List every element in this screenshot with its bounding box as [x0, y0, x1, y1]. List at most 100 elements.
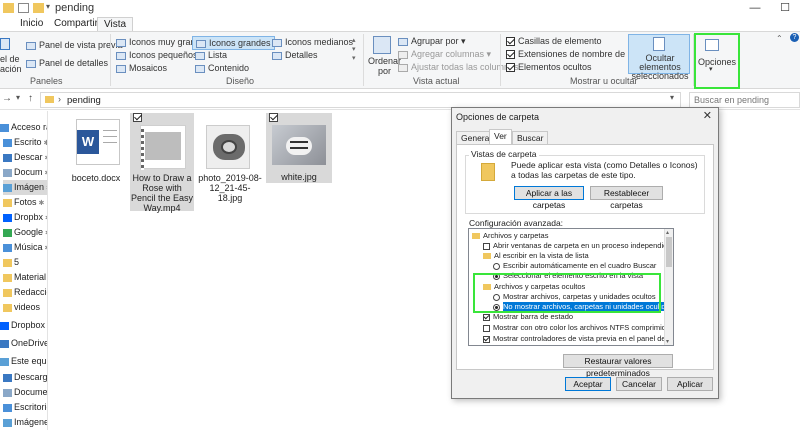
- tree-scrollbar[interactable]: ▴ ▾: [664, 229, 673, 345]
- layout-content[interactable]: Contenido: [195, 63, 249, 73]
- dialog-title: Opciones de carpeta: [456, 112, 540, 122]
- nav-dropbox[interactable]: Dropbox: [0, 318, 47, 333]
- layout-details[interactable]: Detalles: [272, 50, 318, 60]
- layout-list[interactable]: Lista: [195, 50, 227, 60]
- apply-to-folders-button[interactable]: Aplicar a las carpetas: [514, 186, 584, 210]
- cancel-button[interactable]: Cancelar: [616, 377, 662, 391]
- customize-toolbar-icon[interactable]: ▾: [46, 2, 50, 11]
- nav-escritorio[interactable]: Escrito ✱: [3, 135, 47, 150]
- forward-arrow-icon[interactable]: →: [2, 93, 12, 104]
- tree-option-preview-handlers[interactable]: Mostrar controladores de vista previa en…: [483, 334, 673, 343]
- extensions-checkbox[interactable]: [506, 50, 515, 60]
- tab-share[interactable]: Compartir: [48, 17, 104, 32]
- tree-option-separate-process[interactable]: Abrir ventanas de carpeta en un proceso …: [483, 241, 673, 250]
- hidden-items-toggle[interactable]: Elementos ocultos: [506, 62, 592, 73]
- item-checkboxes-toggle[interactable]: Casillas de elemento: [506, 36, 602, 47]
- hide-selected-button[interactable]: Ocultar elementos seleccionados: [628, 34, 690, 81]
- search-input[interactable]: Buscar en pending: [689, 92, 800, 108]
- new-folder-icon[interactable]: [33, 3, 44, 13]
- navigation-pane-button[interactable]: el de ación: [0, 54, 22, 74]
- minimize-button[interactable]: —: [740, 0, 770, 17]
- type-search-radio[interactable]: [493, 262, 500, 270]
- help-icon[interactable]: ?: [790, 33, 799, 42]
- apply-button[interactable]: Aplicar: [667, 377, 713, 391]
- ntfs-color-checkbox[interactable]: [483, 324, 490, 332]
- maximize-button[interactable]: ☐: [770, 0, 800, 17]
- reset-folders-button[interactable]: Restablecer carpetas: [590, 186, 663, 210]
- properties-icon[interactable]: [18, 3, 29, 13]
- title-bar: ▾ pending — ☐: [0, 0, 800, 17]
- medium-icons-icon: [272, 38, 282, 47]
- nav-this-pc[interactable]: Este equipo: [0, 354, 47, 369]
- tab-view[interactable]: Vista: [97, 17, 134, 32]
- file-select-checkbox[interactable]: [269, 113, 278, 122]
- tab-home[interactable]: Inicio: [14, 17, 49, 32]
- nav-fotos[interactable]: Fotos ✱: [3, 195, 47, 210]
- nav-pc-documentos[interactable]: Documen: [3, 385, 47, 400]
- nav-imagenes[interactable]: Imágen ✱: [3, 180, 47, 195]
- nav-descargas[interactable]: Descar ✱: [3, 150, 47, 165]
- view-tab-panel: Vistas de carpeta Puede aplicar esta vis…: [456, 144, 714, 378]
- sort-by-button[interactable]: Ordenar por: [368, 56, 401, 76]
- add-columns-button[interactable]: Agregar columnas ▾: [398, 49, 491, 60]
- address-dropdown-icon[interactable]: ▾: [670, 93, 674, 102]
- nav-pc-imagenes[interactable]: Imágenes: [3, 415, 47, 430]
- nav-google[interactable]: Google ✱: [3, 225, 47, 240]
- folder-icon: [45, 96, 54, 103]
- navigation-pane-icon[interactable]: [0, 38, 10, 50]
- nav-videos[interactable]: videos: [3, 300, 47, 315]
- file-item[interactable]: W boceto.docx: [68, 113, 124, 213]
- breadcrumb-pending[interactable]: pending: [67, 95, 101, 106]
- up-arrow-icon[interactable]: ↑: [28, 93, 33, 104]
- scroll-down-icon[interactable]: ▾: [666, 338, 669, 345]
- layout-medium-icons[interactable]: Iconos medianos: [272, 37, 353, 47]
- nav-material[interactable]: Material r: [3, 270, 47, 285]
- pin-icon: ✱: [44, 185, 47, 192]
- layout-large-icons[interactable]: Iconos grandes: [192, 36, 275, 50]
- status-bar-checkbox[interactable]: [483, 313, 490, 321]
- item-checkboxes-checkbox[interactable]: [506, 37, 515, 47]
- layout-tiles[interactable]: Mosaicos: [116, 63, 167, 73]
- address-box[interactable]: › pending: [40, 92, 681, 108]
- scroll-thumb[interactable]: [666, 237, 672, 267]
- separate-process-checkbox[interactable]: [483, 242, 490, 250]
- nav-pc-escritorio[interactable]: Escritorio: [3, 400, 47, 415]
- group-by-button[interactable]: Agrupar por ▾: [398, 36, 466, 47]
- file-item[interactable]: photo_2019-08-12_21-45-18.jpg: [198, 113, 262, 213]
- pin-icon: ✱: [43, 215, 47, 222]
- file-select-checkbox[interactable]: [133, 113, 142, 122]
- nav-dropbox-pinned[interactable]: Dropbx ✱: [3, 210, 47, 225]
- tree-option-ntfs-color[interactable]: Mostrar con otro color los archivos NTFS…: [483, 323, 673, 332]
- tree-option-type-search[interactable]: Escribir automáticamente en el cuadro Bu…: [493, 261, 656, 270]
- tab-search[interactable]: Buscar: [512, 131, 549, 144]
- nav-documentos[interactable]: Docum ✱: [3, 165, 47, 180]
- layout-scroll-arrows[interactable]: ▴ ▾ ▾: [352, 36, 356, 63]
- nav-folder-5[interactable]: 5: [3, 255, 47, 270]
- file-item[interactable]: white.jpg: [266, 113, 332, 183]
- ribbon-collapse-icon[interactable]: ⌃: [776, 34, 783, 43]
- nav-onedrive[interactable]: OneDrive: [0, 336, 47, 351]
- nav-redaccion[interactable]: Redacción: [3, 285, 47, 300]
- nav-musica[interactable]: Música ✱: [3, 240, 47, 255]
- preview-pane-button[interactable]: Panel de vista previa: [26, 40, 123, 50]
- file-item[interactable]: How to Draw a Rose with Pencil the Easy …: [130, 113, 194, 213]
- restore-defaults-button[interactable]: Restaurar valores predeterminados: [563, 354, 673, 378]
- ok-button[interactable]: Aceptar: [565, 377, 611, 391]
- preview-handlers-checkbox[interactable]: [483, 335, 490, 343]
- tab-view[interactable]: Ver: [489, 129, 512, 145]
- dropbox-icon: [3, 213, 12, 222]
- layout-small-icons[interactable]: Iconos pequeños: [116, 50, 198, 60]
- pin-icon: ✱: [43, 155, 47, 162]
- breadcrumb-chevron-icon[interactable]: ›: [58, 94, 61, 104]
- tree-option-status-bar[interactable]: Mostrar barra de estado: [483, 312, 573, 321]
- folder-icon: [3, 258, 12, 267]
- details-pane-button[interactable]: Panel de detalles: [26, 58, 108, 68]
- scroll-up-icon[interactable]: ▴: [666, 229, 669, 236]
- nav-pc-descargas[interactable]: Descargas: [3, 370, 47, 385]
- close-icon[interactable]: ✕: [703, 109, 712, 122]
- pin-icon: ✱: [43, 170, 47, 177]
- sort-by-icon[interactable]: [373, 36, 391, 54]
- hidden-items-checkbox[interactable]: [506, 63, 515, 73]
- nav-quick-access[interactable]: Acceso rápi: [0, 120, 47, 135]
- recent-locations-icon[interactable]: ▾: [16, 93, 20, 102]
